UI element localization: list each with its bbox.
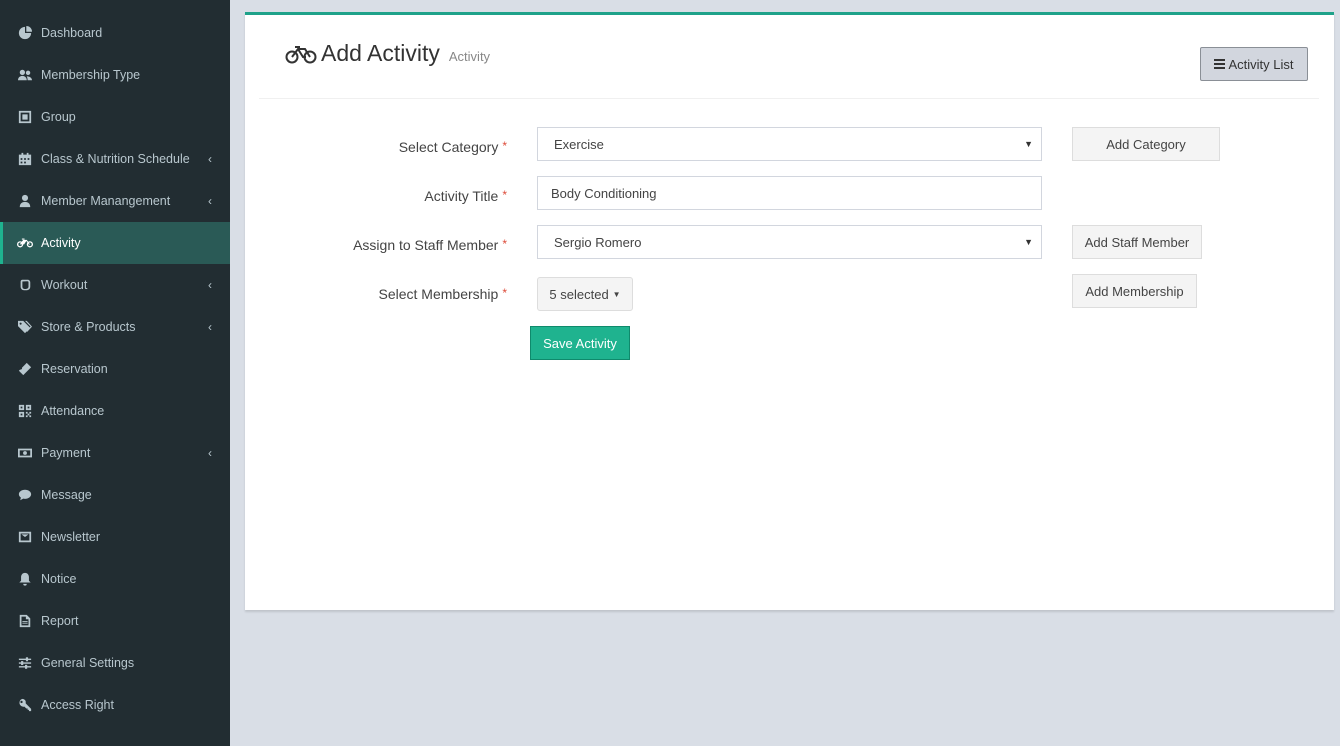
calendar-icon [17, 151, 33, 167]
fist-icon [17, 277, 33, 293]
sidebar-item-notice[interactable]: Notice [0, 558, 230, 600]
qrcode-icon [17, 403, 33, 419]
staff-select-value: Sergio Romero [554, 235, 642, 250]
sidebar-item-label: Notice [41, 572, 77, 586]
category-select[interactable]: Exercise ▼ [537, 127, 1042, 161]
sliders-icon [17, 655, 33, 671]
tags-icon [17, 319, 33, 335]
group-icon [17, 109, 33, 125]
sidebar-item-message[interactable]: Message [0, 474, 230, 516]
add-membership-button[interactable]: Add Membership [1072, 274, 1197, 308]
activity-list-button-label: Activity List [1228, 56, 1294, 72]
sidebar-item-label: Access Right [41, 698, 114, 712]
caret-down-icon: ▼ [612, 289, 621, 299]
ticket-icon [17, 361, 33, 377]
add-staff-member-button[interactable]: Add Staff Member [1072, 225, 1202, 259]
chevron-left-icon: ‹ [208, 152, 212, 166]
add-category-button[interactable]: Add Category [1072, 127, 1220, 161]
sidebar-item-general-settings[interactable]: General Settings [0, 642, 230, 684]
membership-label-wrap: Select Membership * [245, 277, 508, 311]
sidebar-item-label: Group [41, 110, 76, 124]
membership-select-value: 5 selected [549, 286, 609, 302]
sidebar-item-member-management[interactable]: Member Manangement ‹ [0, 180, 230, 222]
staff-select[interactable]: Sergio Romero ▼ [537, 225, 1042, 259]
page-title-text: Add Activity [321, 40, 440, 66]
membership-label: Select Membership * [378, 286, 508, 302]
chevron-left-icon: ‹ [208, 320, 212, 334]
panel-header: Add Activity Activity Activity List [259, 15, 1319, 99]
sidebar-item-label: Membership Type [41, 68, 141, 82]
user-icon [17, 193, 33, 209]
page-title: Add Activity Activity [285, 40, 490, 67]
category-label: Select Category * [398, 139, 507, 155]
sidebar-item-payment[interactable]: Payment ‹ [0, 432, 230, 474]
sidebar-item-class-nutrition-schedule[interactable]: Class & Nutrition Schedule ‹ [0, 138, 230, 180]
activity-list-button[interactable]: Activity List [1200, 47, 1308, 81]
add-activity-panel: Add Activity Activity Activity List Sele… [245, 12, 1334, 610]
sidebar-item-access-right[interactable]: Access Right [0, 684, 230, 726]
sidebar-item-label: Member Manangement [41, 194, 171, 208]
bell-icon [17, 571, 33, 587]
sidebar-item-label: Dashboard [41, 26, 103, 40]
sidebar-item-label: Newsletter [41, 530, 101, 544]
sidebar-item-membership-type[interactable]: Membership Type [0, 54, 230, 96]
category-label-wrap: Select Category * [245, 130, 507, 164]
sidebar-item-store-products[interactable]: Store & Products ‹ [0, 306, 230, 348]
envelope-icon [17, 529, 33, 545]
money-icon [17, 445, 33, 461]
sidebar-item-label: Workout [41, 278, 88, 292]
bicycle-icon [17, 235, 33, 251]
save-activity-button[interactable]: Save Activity [530, 326, 630, 360]
sidebar-item-label: General Settings [41, 656, 135, 670]
sidebar-item-label: Message [41, 488, 92, 502]
chevron-left-icon: ‹ [208, 278, 212, 292]
sidebar-item-reservation[interactable]: Reservation [0, 348, 230, 390]
sidebar-item-label: Report [41, 614, 79, 628]
sidebar-item-workout[interactable]: Workout ‹ [0, 264, 230, 306]
activity-title-label: Activity Title * [424, 188, 507, 204]
sidebar-item-report[interactable]: Report [0, 600, 230, 642]
caret-down-icon: ▼ [1024, 139, 1033, 149]
sidebar-item-label: Activity [41, 236, 81, 250]
membership-multiselect[interactable]: 5 selected ▼ [537, 277, 633, 311]
chevron-left-icon: ‹ [208, 194, 212, 208]
sidebar-item-label: Store & Products [41, 320, 136, 334]
sidebar-item-newsletter[interactable]: Newsletter [0, 516, 230, 558]
required-mark: * [502, 237, 507, 251]
required-mark: * [502, 286, 507, 300]
required-mark: * [502, 139, 507, 153]
activity-title-input[interactable]: Body Conditioning [537, 176, 1042, 210]
activity-title-value: Body Conditioning [551, 186, 657, 201]
sidebar-item-activity[interactable]: Activity [0, 222, 230, 264]
file-icon [17, 613, 33, 629]
users-icon [17, 67, 33, 83]
sidebar-item-group[interactable]: Group [0, 96, 230, 138]
sidebar-item-dashboard[interactable]: Dashboard [0, 12, 230, 54]
sidebar-item-attendance[interactable]: Attendance [0, 390, 230, 432]
required-mark: * [502, 188, 507, 202]
sidebar-item-label: Payment [41, 446, 91, 460]
sidebar-item-label: Reservation [41, 362, 108, 376]
key-icon [17, 697, 33, 713]
caret-down-icon: ▼ [1024, 237, 1033, 247]
sidebar-item-label: Class & Nutrition Schedule [41, 152, 190, 166]
bars-icon [1214, 57, 1226, 71]
staff-label-wrap: Assign to Staff Member * [245, 228, 507, 262]
dashboard-icon [17, 25, 33, 41]
sidebar: Dashboard Membership Type Group Class & … [0, 0, 230, 746]
title-label-wrap: Activity Title * [245, 179, 507, 213]
bicycle-icon [285, 44, 317, 64]
staff-label: Assign to Staff Member * [353, 237, 507, 253]
sidebar-item-label: Attendance [41, 404, 105, 418]
page-subtitle: Activity [448, 49, 491, 64]
comment-icon [17, 487, 33, 503]
category-select-value: Exercise [554, 137, 604, 152]
chevron-left-icon: ‹ [208, 446, 212, 460]
